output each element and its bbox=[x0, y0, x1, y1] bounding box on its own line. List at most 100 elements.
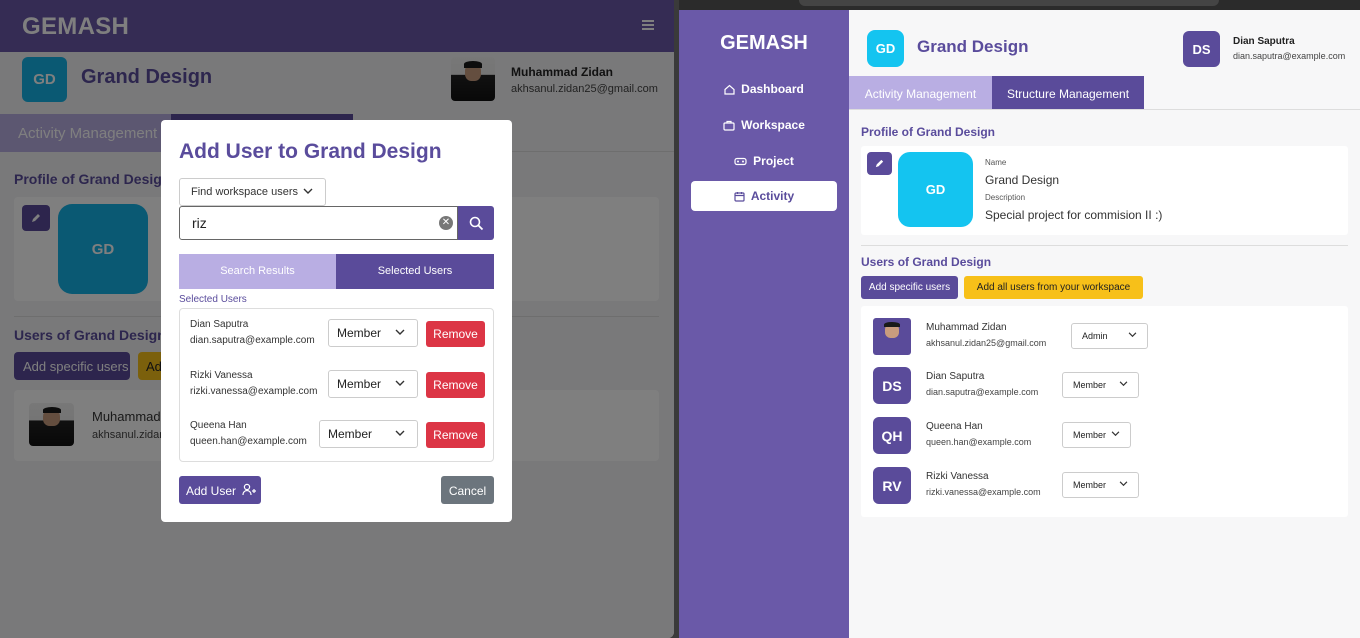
role-value: Member bbox=[337, 326, 382, 340]
sidebar-item-workspace[interactable]: Workspace bbox=[691, 110, 837, 140]
address-bar[interactable] bbox=[799, 0, 1219, 6]
brand-logo[interactable]: GEMASH bbox=[679, 32, 849, 55]
modal-title: Add User to Grand Design bbox=[179, 140, 442, 163]
selected-user-email: dian.saputra@example.com bbox=[190, 335, 315, 346]
role-select[interactable]: Member bbox=[1062, 472, 1139, 498]
tab-structure-management[interactable]: Structure Management bbox=[992, 76, 1144, 109]
profile-heading: Profile of Grand Design bbox=[861, 125, 996, 139]
chevron-down-icon bbox=[395, 329, 405, 336]
role-select[interactable]: Member bbox=[1062, 372, 1139, 398]
selected-user-name: Dian Saputra bbox=[190, 319, 249, 330]
selected-users-list: Dian Saputra dian.saputra@example.com Me… bbox=[179, 308, 494, 462]
list-item: QH Queena Han queen.han@example.com Memb… bbox=[873, 417, 1343, 457]
user-row-email: queen.han@example.com bbox=[926, 437, 1032, 447]
add-specific-users-button[interactable]: Add specific users bbox=[861, 276, 958, 299]
project-description: Special project for commision II :) bbox=[985, 208, 1163, 222]
role-select[interactable]: Member bbox=[1062, 422, 1131, 448]
selected-users-heading: Selected Users bbox=[179, 294, 247, 305]
role-select[interactable]: Admin bbox=[1071, 323, 1148, 349]
avatar: QH bbox=[873, 417, 911, 454]
role-value: Member bbox=[337, 377, 382, 391]
remove-button[interactable]: Remove bbox=[426, 372, 485, 398]
role-select[interactable]: Member bbox=[328, 370, 418, 398]
sidebar-item-label: Activity bbox=[750, 189, 795, 203]
user-row-name: Dian Saputra bbox=[926, 371, 985, 382]
sidebar-item-label: Workspace bbox=[741, 118, 805, 132]
user-name: Dian Saputra bbox=[1233, 36, 1295, 47]
remove-button[interactable]: Remove bbox=[426, 321, 485, 347]
chevron-down-icon bbox=[1128, 332, 1137, 338]
chevron-down-icon bbox=[1111, 431, 1120, 437]
chevron-down-icon bbox=[1119, 381, 1128, 387]
user-source-select[interactable]: Find workspace users bbox=[179, 178, 326, 206]
list-item: Rizki Vanessa rizki.vanessa@example.com … bbox=[180, 370, 495, 415]
left-window: GEMASH GD Grand Design Muhammad Zidan ak… bbox=[0, 0, 674, 638]
list-item: Queena Han queen.han@example.com Member … bbox=[180, 420, 495, 465]
home-icon bbox=[724, 84, 735, 95]
search-icon bbox=[469, 216, 484, 231]
cancel-button[interactable]: Cancel bbox=[441, 476, 494, 504]
user-source-value: Find workspace users bbox=[191, 186, 298, 198]
sidebar-item-activity[interactable]: Activity bbox=[691, 181, 837, 211]
selected-user-name: Rizki Vanessa bbox=[190, 370, 253, 381]
user-row-email: akhsanul.zidan25@gmail.com bbox=[926, 338, 1047, 348]
list-item: RV Rizki Vanessa rizki.vanessa@example.c… bbox=[873, 467, 1343, 507]
selected-user-name: Queena Han bbox=[190, 420, 247, 431]
project-title: Grand Design bbox=[917, 37, 1029, 56]
project-badge: GD bbox=[867, 30, 904, 67]
add-user-button[interactable]: Add User bbox=[179, 476, 261, 504]
avatar: DS bbox=[873, 367, 911, 404]
project-name: Grand Design bbox=[985, 173, 1060, 187]
chevron-down-icon bbox=[1119, 481, 1128, 487]
user-row-email: dian.saputra@example.com bbox=[926, 387, 1039, 397]
browser-chrome bbox=[679, 0, 1360, 10]
tab-bar: Activity Management Structure Management bbox=[849, 76, 1360, 110]
user-row-email: rizki.vanessa@example.com bbox=[926, 487, 1041, 497]
sidebar-item-label: Project bbox=[753, 154, 794, 168]
clear-icon[interactable]: ✕ bbox=[439, 216, 453, 230]
tab-search-results[interactable]: Search Results bbox=[179, 254, 336, 289]
role-value: Member bbox=[1073, 380, 1107, 390]
sidebar-item-dashboard[interactable]: Dashboard bbox=[691, 74, 837, 104]
remove-button[interactable]: Remove bbox=[426, 422, 485, 448]
calendar-icon bbox=[734, 191, 745, 202]
role-select[interactable]: Member bbox=[328, 319, 418, 347]
search-input[interactable]: riz bbox=[179, 206, 458, 240]
role-value: Member bbox=[1073, 430, 1107, 440]
user-row-name: Queena Han bbox=[926, 421, 983, 432]
avatar bbox=[873, 318, 911, 355]
users-heading: Users of Grand Design bbox=[861, 255, 992, 269]
role-value: Admin bbox=[1082, 331, 1108, 341]
briefcase-icon bbox=[723, 120, 735, 131]
chevron-down-icon bbox=[395, 430, 405, 437]
tab-selected-users[interactable]: Selected Users bbox=[336, 254, 494, 289]
chevron-down-icon bbox=[303, 188, 313, 195]
user-row-name: Rizki Vanessa bbox=[926, 471, 989, 482]
ticket-icon bbox=[734, 157, 747, 166]
selected-user-email: rizki.vanessa@example.com bbox=[190, 386, 318, 397]
sidebar: GEMASH Dashboard Workspace Project Activ… bbox=[679, 10, 849, 638]
main-content: GD Grand Design DS Dian Saputra dian.sap… bbox=[849, 10, 1360, 638]
role-value: Member bbox=[1073, 480, 1107, 490]
add-all-users-button[interactable]: Add all users from your workspace bbox=[964, 276, 1143, 299]
chevron-down-icon bbox=[395, 380, 405, 387]
avatar: RV bbox=[873, 467, 911, 504]
divider bbox=[861, 245, 1348, 246]
description-label: Description bbox=[985, 193, 1026, 202]
name-label: Name bbox=[985, 158, 1007, 167]
add-user-label: Add User bbox=[186, 484, 237, 498]
list-item: DS Dian Saputra dian.saputra@example.com… bbox=[873, 367, 1343, 407]
selected-user-email: queen.han@example.com bbox=[190, 436, 307, 447]
avatar[interactable]: DS bbox=[1183, 31, 1220, 67]
search-button[interactable] bbox=[458, 206, 494, 240]
role-select[interactable]: Member bbox=[319, 420, 418, 448]
sidebar-item-project[interactable]: Project bbox=[691, 146, 837, 176]
role-value: Member bbox=[328, 427, 373, 441]
sidebar-item-label: Dashboard bbox=[741, 82, 804, 96]
add-user-modal: Add User to Grand Design Find workspace … bbox=[161, 120, 512, 522]
pencil-icon[interactable] bbox=[867, 152, 892, 175]
tab-activity-management[interactable]: Activity Management bbox=[849, 76, 992, 109]
user-email: dian.saputra@example.com bbox=[1233, 51, 1346, 61]
project-logo: GD bbox=[898, 152, 973, 227]
user-plus-icon bbox=[242, 483, 256, 496]
